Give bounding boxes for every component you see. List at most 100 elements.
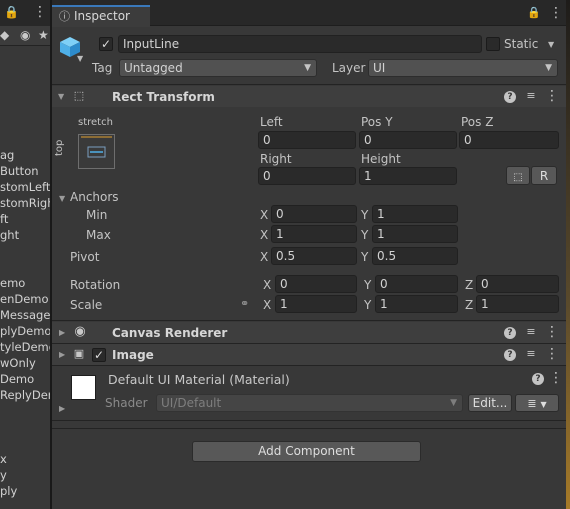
anchors-foldout-icon[interactable]: ▼ [59, 194, 65, 203]
canvas-renderer-title: Canvas Renderer [112, 326, 228, 340]
pos-y-field[interactable]: 0 [359, 131, 457, 149]
rotation-label: Rotation [70, 278, 121, 292]
pivot-y-field[interactable]: 0.5 [372, 247, 458, 265]
right-field[interactable]: 0 [258, 167, 356, 185]
pivot-x-field[interactable]: 0.5 [271, 247, 357, 265]
presets-icon[interactable]: ≡ [524, 325, 538, 339]
hierarchy-item[interactable]: y [0, 468, 7, 482]
rect-transform-title: Rect Transform [112, 90, 215, 104]
star-icon[interactable]: ★ [38, 28, 49, 42]
scale-x-field[interactable]: 1 [275, 295, 357, 313]
hierarchy-item[interactable]: tyleDemo [0, 340, 50, 354]
material-preview-swatch[interactable] [71, 375, 96, 400]
help-icon[interactable]: ? [504, 349, 516, 361]
static-checkbox[interactable] [486, 37, 500, 51]
hierarchy-item[interactable]: ght [0, 228, 19, 242]
height-field[interactable]: 1 [359, 167, 457, 185]
tag-label: Tag [92, 61, 113, 75]
image-component-icon: ▣ [73, 347, 85, 360]
hierarchy-item[interactable]: plyDemo [0, 324, 50, 338]
hierarchy-item[interactable]: ag [0, 148, 14, 162]
shader-options-dropdown[interactable]: ≣ ▼ [515, 394, 559, 412]
foldout-collapsed-icon[interactable]: ▶ [59, 328, 65, 337]
presets-icon[interactable]: ≡ [524, 89, 538, 103]
more-options-icon[interactable]: ⋮ [549, 371, 563, 385]
foldout-collapsed-icon[interactable]: ▶ [59, 350, 65, 359]
hierarchy-item[interactable]: emo [0, 276, 25, 290]
hierarchy-item[interactable]: Message [0, 308, 50, 322]
image-header[interactable]: ▶ ▣ ✓ Image ? ≡ ⋮ [52, 344, 566, 365]
anchor-preset-button[interactable] [78, 134, 115, 169]
more-options-icon[interactable]: ⋮ [549, 5, 563, 21]
layer-value: UI [373, 61, 386, 75]
info-icon: ⓘ [59, 10, 70, 23]
rotation-y-field[interactable]: 0 [375, 275, 458, 293]
hierarchy-item[interactable]: ft [0, 212, 8, 226]
scale-y-field[interactable]: 1 [375, 295, 458, 313]
pos-z-field[interactable]: 0 [459, 131, 559, 149]
filter-icon[interactable]: ◆ [0, 28, 9, 42]
tag-icon[interactable]: ◉ [20, 28, 30, 42]
hierarchy-item[interactable]: stomRigh [0, 196, 50, 210]
help-icon[interactable]: ? [504, 327, 516, 339]
anchor-min-y-field[interactable]: 1 [372, 205, 458, 223]
layer-dropdown[interactable]: UI ▼ [368, 59, 558, 77]
scale-z-field[interactable]: 1 [476, 295, 559, 313]
chevron-down-icon: ▼ [450, 398, 457, 408]
rotation-x-field[interactable]: 0 [275, 275, 357, 293]
rotation-z-label: Z [465, 278, 474, 292]
tab-inspector[interactable]: ⓘ Inspector [52, 5, 150, 27]
anchor-max-x-field[interactable]: 1 [271, 225, 357, 243]
hierarchy-item[interactable]: enDemo [0, 292, 49, 306]
rect-transform-header[interactable]: ▼ ⬚ Rect Transform ? ≡ ⋮ [52, 86, 566, 107]
icon-dropdown-arrow-icon[interactable]: ▼ [77, 54, 83, 63]
anchor-min-x-field[interactable]: 0 [271, 205, 357, 223]
hierarchy-item[interactable]: Button [0, 164, 39, 178]
help-icon[interactable]: ? [504, 91, 516, 103]
more-options-icon[interactable]: ⋮ [545, 89, 559, 103]
more-options-icon[interactable]: ⋮ [545, 347, 559, 361]
anchor-min-x-label: X [260, 208, 269, 222]
add-component-button[interactable]: Add Component [192, 441, 421, 462]
edit-shader-button[interactable]: Edit... [468, 394, 512, 412]
hierarchy-item[interactable]: ReplyDen [0, 388, 50, 402]
list-icon: ≣ [527, 397, 537, 410]
anchor-max-y-field[interactable]: 1 [372, 225, 458, 243]
object-name-field[interactable]: InputLine [118, 35, 482, 53]
presets-icon[interactable]: ≡ [524, 347, 538, 361]
foldout-expanded-icon[interactable]: ▼ [58, 92, 64, 101]
canvas-renderer-header[interactable]: ▶ ◉ Canvas Renderer ? ≡ ⋮ [52, 322, 566, 343]
rotation-x-value: 0 [280, 277, 288, 291]
hierarchy-item[interactable]: wOnly [0, 356, 36, 370]
blueprint-mode-button[interactable]: ⬚ [506, 166, 530, 185]
active-checkbox[interactable]: ✓ [99, 37, 113, 51]
lock-icon[interactable]: 🔒 [527, 6, 541, 19]
height-value: 1 [364, 169, 372, 183]
chevron-down-icon: ▼ [304, 63, 311, 73]
left-field[interactable]: 0 [258, 131, 356, 149]
more-options-icon[interactable]: ⋮ [545, 325, 559, 339]
more-options-icon[interactable]: ⋮ [33, 4, 47, 20]
raw-edit-button[interactable]: R [531, 166, 557, 185]
static-dropdown-arrow-icon[interactable]: ▼ [548, 40, 554, 49]
image-enabled-checkbox[interactable]: ✓ [92, 348, 106, 362]
help-icon[interactable]: ? [532, 373, 544, 385]
scale-x-value: 1 [280, 297, 288, 311]
right-label: Right [260, 152, 292, 166]
rotation-y-value: 0 [380, 277, 388, 291]
anchor-max-y-label: Y [361, 228, 369, 242]
lock-icon[interactable]: 🔒 [4, 5, 19, 19]
hierarchy-item[interactable]: ply [0, 484, 17, 498]
divider [52, 320, 566, 321]
constrain-proportions-icon[interactable]: ⚭ [240, 297, 249, 310]
anchor-max-y-value: 1 [377, 227, 385, 241]
tag-dropdown[interactable]: Untagged ▼ [119, 59, 317, 77]
divider [52, 84, 566, 85]
rotation-z-field[interactable]: 0 [476, 275, 559, 293]
hierarchy-item[interactable]: Demo [0, 372, 34, 386]
hierarchy-item[interactable]: stomLeft [0, 180, 50, 194]
hierarchy-toolbar: ◆ ◉ ★ [0, 26, 50, 46]
hierarchy-item[interactable]: x [0, 452, 7, 466]
shader-dropdown[interactable]: UI/Default ▼ [156, 394, 463, 412]
material-foldout-icon[interactable]: ▶ [59, 404, 65, 413]
